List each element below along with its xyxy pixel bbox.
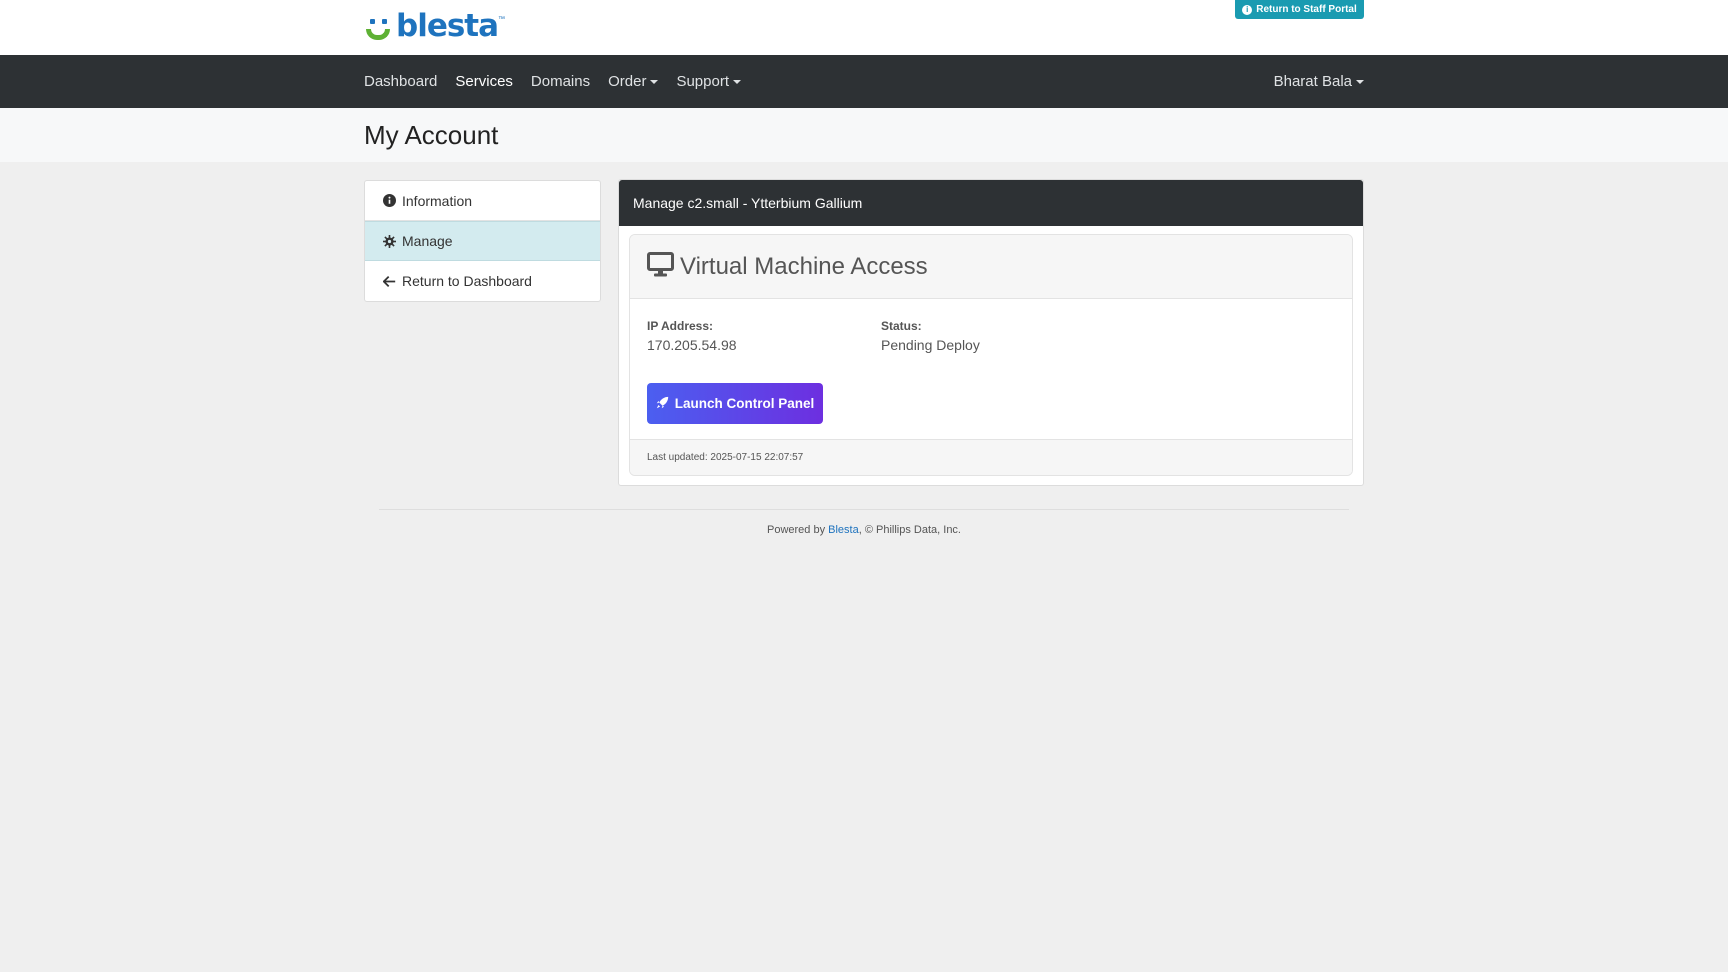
nav-item-label: Order xyxy=(608,73,647,90)
vm-access-card: Virtual Machine Access IP Address: 170.2… xyxy=(629,234,1353,476)
title-bar: My Account xyxy=(0,108,1728,162)
gear-icon xyxy=(383,234,396,248)
launch-control-panel-button[interactable]: Launch Control Panel xyxy=(647,383,823,424)
footer: Powered by Blesta, © Phillips Data, Inc. xyxy=(0,524,1728,536)
caret-down-icon xyxy=(733,79,741,84)
card-title: Virtual Machine Access xyxy=(680,252,928,280)
nav-item-label: Dashboard xyxy=(364,73,438,90)
manage-panel: Manage c2.small - Ytterbium Gallium Virt… xyxy=(618,179,1364,486)
panel-header: Manage c2.small - Ytterbium Gallium xyxy=(619,180,1363,226)
user-name: Bharat Bala xyxy=(1273,73,1352,90)
nav-item-label: Services xyxy=(455,73,513,90)
monitor-icon xyxy=(647,251,674,282)
sidebar-item-manage[interactable]: Manage xyxy=(365,221,600,261)
status-block: Status: Pending Deploy xyxy=(881,319,980,353)
last-updated: Last updated: 2025-07-15 22:07:57 xyxy=(630,439,1352,475)
footer-divider xyxy=(379,509,1349,510)
caret-down-icon xyxy=(1356,79,1364,84)
sidebar: Information Manage Return to Dashboard xyxy=(364,180,601,302)
ip-address-label: IP Address: xyxy=(647,319,714,333)
sidebar-item-label: Return to Dashboard xyxy=(402,273,532,289)
nav-item-services[interactable]: Services xyxy=(455,73,513,90)
ip-address-block: IP Address: 170.205.54.98 xyxy=(647,319,737,353)
nav-item-label: Domains xyxy=(530,73,591,90)
main-navbar: Dashboard Services Domains Order Support… xyxy=(0,55,1728,108)
info-circle-icon: i xyxy=(1242,4,1253,15)
nav-items: Dashboard Services Domains Order Support xyxy=(364,55,759,108)
rocket-icon xyxy=(656,396,669,412)
sidebar-item-return-to-dashboard[interactable]: Return to Dashboard xyxy=(365,261,600,301)
nav-item-domains[interactable]: Domains xyxy=(531,73,590,90)
sidebar-item-label: Information xyxy=(402,192,473,209)
blesta-link[interactable]: Blesta xyxy=(828,524,859,536)
sidebar-item-label: Manage xyxy=(402,233,453,249)
footer-prefix: Powered by xyxy=(767,524,829,536)
blesta-logo[interactable]: blesta ™ xyxy=(364,10,505,42)
sidebar-item-information[interactable]: Information xyxy=(365,181,600,221)
nav-item-support[interactable]: Support xyxy=(676,73,741,90)
logo-text: blesta xyxy=(396,8,499,44)
return-to-staff-portal-button[interactable]: i Return to Staff Portal xyxy=(1235,0,1364,19)
page-title: My Account xyxy=(364,120,499,150)
status-label: Status: xyxy=(881,319,922,333)
footer-suffix: , © Phillips Data, Inc. xyxy=(858,524,961,536)
nav-item-order[interactable]: Order xyxy=(608,73,659,90)
logo-trademark: ™ xyxy=(498,16,506,23)
staff-portal-label: Return to Staff Portal xyxy=(1256,4,1357,15)
arrow-left-icon xyxy=(383,275,396,288)
card-header: Virtual Machine Access xyxy=(630,235,1352,299)
logo-smile-icon xyxy=(364,12,394,42)
status-value: Pending Deploy xyxy=(881,337,980,353)
nav-item-dashboard[interactable]: Dashboard xyxy=(364,73,437,90)
info-circle-icon xyxy=(383,194,396,207)
caret-down-icon xyxy=(650,79,659,84)
user-menu[interactable]: Bharat Bala xyxy=(1274,55,1364,108)
launch-button-label: Launch Control Panel xyxy=(674,396,815,411)
top-header: blesta ™ i Return to Staff Portal xyxy=(0,0,1728,55)
nav-item-label: Support xyxy=(676,73,729,90)
ip-address-value: 170.205.54.98 xyxy=(647,337,737,353)
